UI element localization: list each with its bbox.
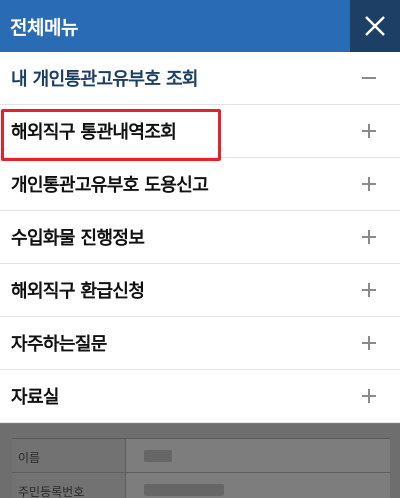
masked-value [144, 484, 224, 496]
menu-item-label: 수입화물 진행정보 [11, 228, 145, 249]
form-label-resident-number: 주민등록번호 [12, 473, 126, 498]
masked-value [144, 450, 172, 462]
expand-icon [362, 230, 376, 244]
menu-item-label: 개인통관고유부호 도용신고 [11, 175, 209, 196]
close-icon [365, 16, 385, 36]
menu-item-label: 자주하는질문 [11, 334, 107, 355]
collapse-icon [362, 71, 376, 85]
menu-item-cargo-progress[interactable]: 수입화물 진행정보 [0, 211, 400, 264]
background-form-overlay: 이름 주민등록번호 [0, 424, 400, 498]
menu-item-customs-history[interactable]: 해외직구 통관내역조회 [0, 105, 400, 161]
menu-item-label: 해외직구 환급신청 [11, 281, 145, 302]
expand-icon [362, 124, 376, 138]
expand-icon [362, 177, 376, 191]
menu-item-label: 내 개인통관고유부호 조회 [11, 69, 199, 90]
menu-header: 전체메뉴 [0, 0, 400, 52]
background-form-table: 이름 주민등록번호 [12, 438, 390, 498]
expand-icon [362, 336, 376, 350]
close-button[interactable] [350, 0, 400, 52]
menu-item-label: 자료실 [11, 387, 59, 408]
menu-item-theft-report[interactable]: 개인통관고유부호 도용신고 [0, 158, 400, 211]
menu-title: 전체메뉴 [10, 16, 78, 39]
expand-icon [362, 389, 376, 403]
table-row: 주민등록번호 [12, 473, 390, 498]
form-label-name: 이름 [12, 439, 126, 472]
menu-item-refund-request[interactable]: 해외직구 환급신청 [0, 264, 400, 317]
menu-item-faq[interactable]: 자주하는질문 [0, 317, 400, 370]
menu-list: 내 개인통관고유부호 조회 해외직구 통관내역조회 개인통관고유부호 도용신고 … [0, 52, 400, 423]
table-row: 이름 [12, 439, 390, 473]
menu-item-personal-code-lookup[interactable]: 내 개인통관고유부호 조회 [0, 52, 400, 105]
menu-item-resources[interactable]: 자료실 [0, 370, 400, 423]
expand-icon [362, 283, 376, 297]
menu-item-label: 해외직구 통관내역조회 [11, 122, 177, 143]
